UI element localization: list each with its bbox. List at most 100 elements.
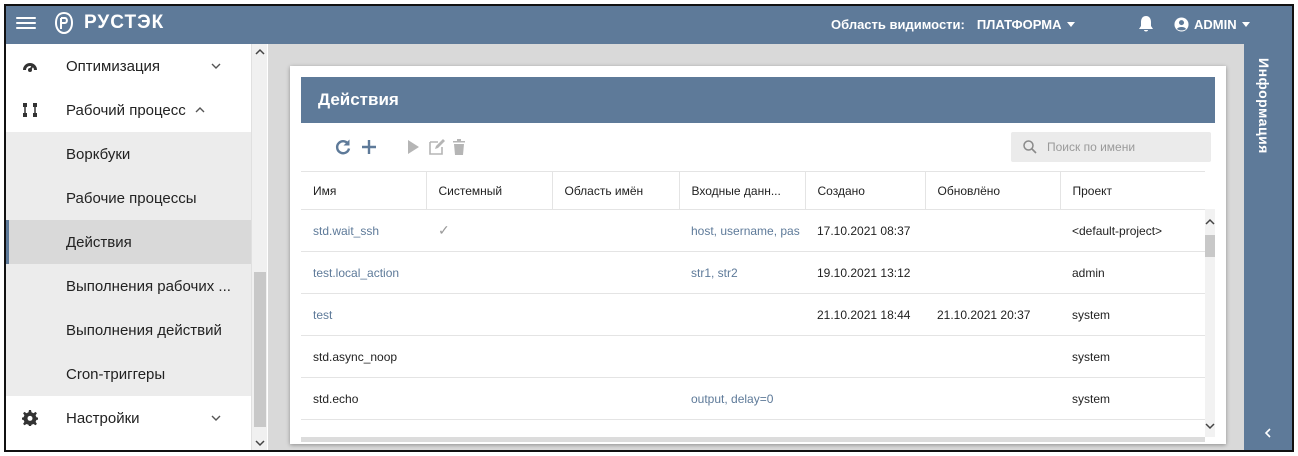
trash-icon[interactable] <box>450 138 468 156</box>
caret-down-icon <box>1241 22 1250 27</box>
action-name-cell[interactable]: std.async_noop <box>301 335 426 378</box>
actions-card: Действия Поиск по имени Имя Системный Об… <box>290 66 1226 444</box>
top-bar: РУСТЭК Область видимости: ПЛАТФОРМА ADMI… <box>6 6 1292 44</box>
column-header-input[interactable]: Входные данн... <box>679 171 806 210</box>
action-name-link[interactable]: test <box>301 293 426 336</box>
updated-cell <box>925 251 1060 294</box>
system-cell <box>426 377 552 420</box>
info-panel[interactable]: Информация <box>1244 44 1292 450</box>
system-cell <box>426 251 552 294</box>
sidebar-item-workflows[interactable]: Рабочие процессы <box>6 176 251 220</box>
info-panel-label: Информация <box>1256 58 1272 154</box>
caret-down-icon <box>1067 22 1076 27</box>
input-cell[interactable] <box>679 335 805 378</box>
sidebar-item-settings[interactable]: Настройки <box>6 396 251 440</box>
scroll-up-icon[interactable] <box>1205 217 1215 227</box>
chevron-down-icon <box>211 63 221 69</box>
chevron-left-icon[interactable] <box>1262 427 1274 439</box>
toolbar <box>301 123 1215 171</box>
actions-table: Имя Системный Область имён Входные данн.… <box>301 171 1205 420</box>
column-header-updated[interactable]: Обновлёно <box>925 171 1061 210</box>
sidebar-scrollbar[interactable] <box>251 44 267 450</box>
scope-value: ПЛАТФОРМА <box>976 17 1062 32</box>
namespace-cell <box>552 293 679 336</box>
user-menu[interactable]: ADMIN <box>1174 17 1250 32</box>
sidebar: Оптимизация Рабочий процесс Воркбуки Раб… <box>6 44 251 450</box>
scope-dropdown[interactable]: ПЛАТФОРМА <box>977 17 1076 32</box>
app-window: РУСТЭК Область видимости: ПЛАТФОРМА ADMI… <box>4 4 1294 452</box>
chevron-up-icon <box>195 107 205 113</box>
logo[interactable]: РУСТЭК <box>52 11 164 35</box>
gear-icon <box>22 410 38 426</box>
play-icon[interactable] <box>404 138 422 156</box>
sidebar-item-label: Настройки <box>66 409 140 427</box>
logo-mark-icon <box>54 12 74 34</box>
table-scrollbar[interactable] <box>1205 209 1215 437</box>
action-name-link[interactable]: test.local_action <box>301 251 426 294</box>
bell-icon[interactable] <box>1138 15 1154 33</box>
hamburger-menu-icon[interactable] <box>16 14 36 34</box>
table-row[interactable]: std.wait_ssh ✓ host, username, pas 17.10… <box>301 209 1205 252</box>
page-title: Действия <box>301 77 1215 123</box>
created-cell: 19.10.2021 13:12 <box>805 251 925 294</box>
updated-cell: 21.10.2021 20:37 <box>925 293 1060 336</box>
sidebar-item-workflow[interactable]: Рабочий процесс <box>6 88 251 132</box>
brand-name: РУСТЭК <box>84 12 165 33</box>
created-cell: 21.10.2021 18:44 <box>805 293 925 336</box>
sidebar-item-actions[interactable]: Действия <box>6 220 251 264</box>
search-icon <box>1023 140 1037 154</box>
action-name-cell[interactable]: std.echo <box>301 377 426 420</box>
table-scroll-thumb[interactable] <box>1205 235 1215 257</box>
scope-selector: Область видимости: ПЛАТФОРМА <box>831 17 1076 32</box>
scroll-up-icon[interactable] <box>255 47 265 57</box>
namespace-cell <box>552 251 679 294</box>
table-row[interactable]: test 21.10.2021 18:44 21.10.2021 20:37 s… <box>301 293 1205 336</box>
namespace-cell <box>552 209 679 252</box>
sidebar-item-workbooks[interactable]: Воркбуки <box>6 132 251 176</box>
column-header-name[interactable]: Имя <box>301 171 427 210</box>
updated-cell <box>925 335 1060 378</box>
sidebar-item-cron-triggers[interactable]: Cron-триггеры <box>6 352 251 396</box>
table-row[interactable]: std.async_noop system <box>301 335 1205 378</box>
search-input[interactable] <box>1047 140 1207 154</box>
sidebar-item-label: Выполнения действий <box>66 321 222 339</box>
refresh-icon[interactable] <box>334 138 352 156</box>
dashboard-gauge-icon <box>23 63 37 72</box>
sidebar-item-label: Рабочий процесс <box>66 101 186 119</box>
edit-icon[interactable] <box>428 138 446 156</box>
search-box[interactable] <box>1011 132 1211 162</box>
user-name: ADMIN <box>1194 17 1237 32</box>
scroll-down-icon[interactable] <box>255 438 265 448</box>
scope-label: Область видимости: <box>831 17 965 32</box>
table-row[interactable]: test.local_action str1, str2 19.10.2021 … <box>301 251 1205 294</box>
sidebar-item-optimization[interactable]: Оптимизация <box>6 44 251 88</box>
input-cell[interactable]: host, username, pas <box>679 209 805 252</box>
input-cell[interactable]: str1, str2 <box>679 251 805 294</box>
scroll-down-icon[interactable] <box>1205 421 1215 431</box>
project-cell: system <box>1060 335 1205 378</box>
column-header-project[interactable]: Проект <box>1060 171 1205 210</box>
plus-icon[interactable] <box>360 138 378 156</box>
table-horizontal-scrollbar[interactable] <box>301 437 1205 442</box>
namespace-cell <box>552 377 679 420</box>
workflow-nodes-icon <box>23 103 37 117</box>
system-cell <box>426 335 552 378</box>
sidebar-item-workflow-executions[interactable]: Выполнения рабочих ... <box>6 264 251 308</box>
project-cell: admin <box>1060 251 1205 294</box>
updated-cell <box>925 209 1060 252</box>
sidebar-item-action-executions[interactable]: Выполнения действий <box>6 308 251 352</box>
column-header-namespace[interactable]: Область имён <box>552 171 680 210</box>
main-content: Действия Поиск по имени Имя Системный Об… <box>268 44 1244 450</box>
column-header-system[interactable]: Системный <box>426 171 553 210</box>
table-row[interactable]: std.echo output, delay=0 system <box>301 377 1205 420</box>
sidebar-item-label: Воркбуки <box>66 145 131 163</box>
input-cell[interactable] <box>679 293 805 336</box>
column-header-created[interactable]: Создано <box>805 171 926 210</box>
project-cell: <default-project> <box>1060 209 1205 252</box>
action-name-link[interactable]: std.wait_ssh <box>301 209 426 252</box>
sidebar-item-label: Cron-триггеры <box>66 365 166 383</box>
table-header-row: Имя Системный Область имён Входные данн.… <box>301 171 1205 210</box>
created-cell <box>805 335 925 378</box>
sidebar-scroll-thumb[interactable] <box>254 272 266 427</box>
input-cell[interactable]: output, delay=0 <box>679 377 805 420</box>
